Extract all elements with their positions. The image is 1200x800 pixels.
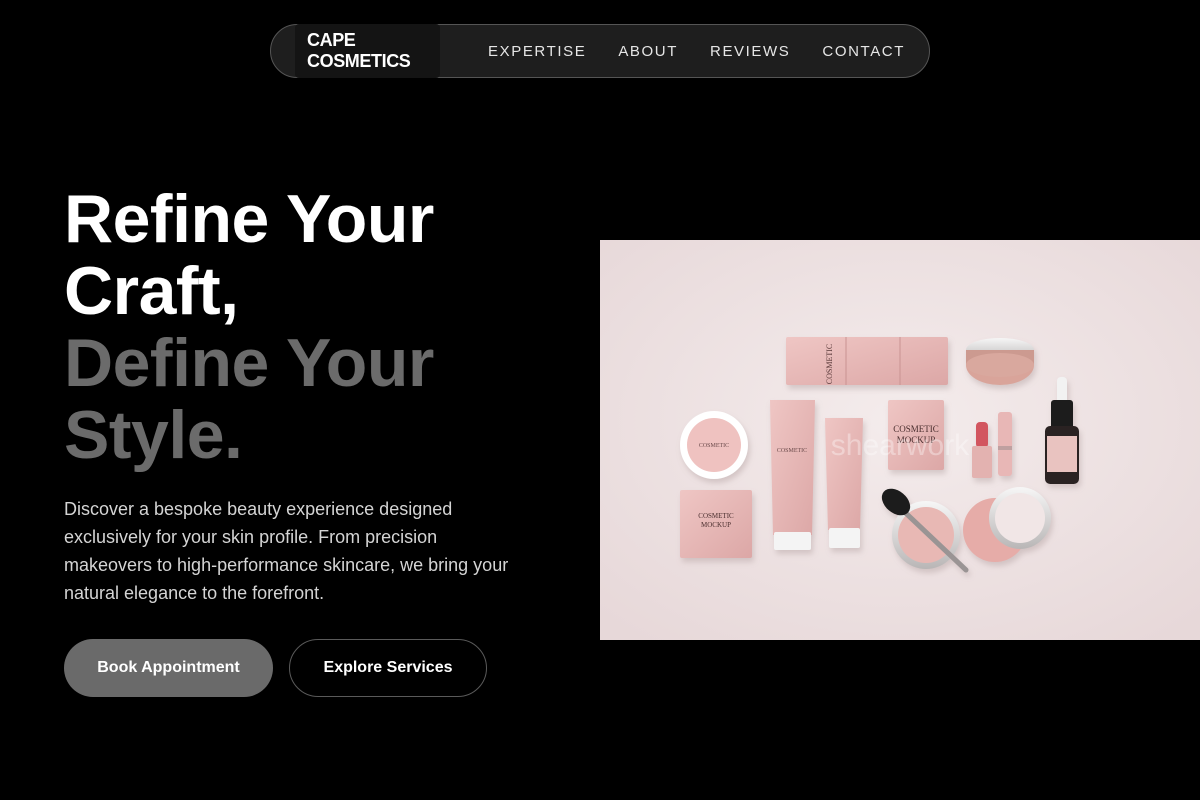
product-tube-large: COSMETIC (770, 400, 815, 550)
product-compact-round: COSMETIC (680, 411, 748, 479)
explore-services-button[interactable]: Explore Services (289, 639, 487, 697)
nav-link-about[interactable]: ABOUT (618, 43, 678, 60)
svg-text:COSMETIC: COSMETIC (698, 512, 734, 520)
svg-text:MOCKUP: MOCKUP (701, 521, 731, 529)
headline-line-1: Refine Your (64, 181, 434, 257)
book-appointment-button[interactable]: Book Appointment (64, 639, 273, 697)
svg-text:COSMETIC: COSMETIC (699, 443, 729, 449)
nav-links: EXPERTISE ABOUT REVIEWS CONTACT (488, 43, 905, 60)
headline-line-4: Style. (64, 397, 243, 473)
hero-headline: Refine Your Craft, Define Your Style. (64, 183, 434, 471)
svg-text:COSMETIC: COSMETIC (777, 448, 807, 454)
watermark-text: shearwork (831, 429, 970, 462)
nav-link-expertise[interactable]: EXPERTISE (488, 43, 586, 60)
nav-link-reviews[interactable]: REVIEWS (710, 43, 790, 60)
top-navigation: CAPE COSMETICS EXPERTISE ABOUT REVIEWS C… (270, 24, 930, 78)
hero-product-image: COSMETIC COSMETIC COSMETIC COSMETIC MOCK… (600, 240, 1200, 640)
headline-line-3: Define Your (64, 325, 434, 401)
svg-text:COSMETIC: COSMETIC (825, 344, 834, 384)
headline-line-2: Craft, (64, 253, 239, 329)
cosmetics-flatlay-illustration: COSMETIC COSMETIC COSMETIC COSMETIC MOCK… (600, 240, 1200, 640)
product-box-long: COSMETIC (786, 337, 948, 385)
brand-logo[interactable]: CAPE COSMETICS (295, 24, 440, 78)
hero-description: Discover a bespoke beauty experience des… (64, 499, 509, 603)
landing-page: CAPE COSMETICS EXPERTISE ABOUT REVIEWS C… (0, 0, 1200, 800)
nav-link-contact[interactable]: CONTACT (822, 43, 905, 60)
product-jar (966, 338, 1034, 385)
product-box-square: COSMETIC MOCKUP (680, 490, 752, 558)
